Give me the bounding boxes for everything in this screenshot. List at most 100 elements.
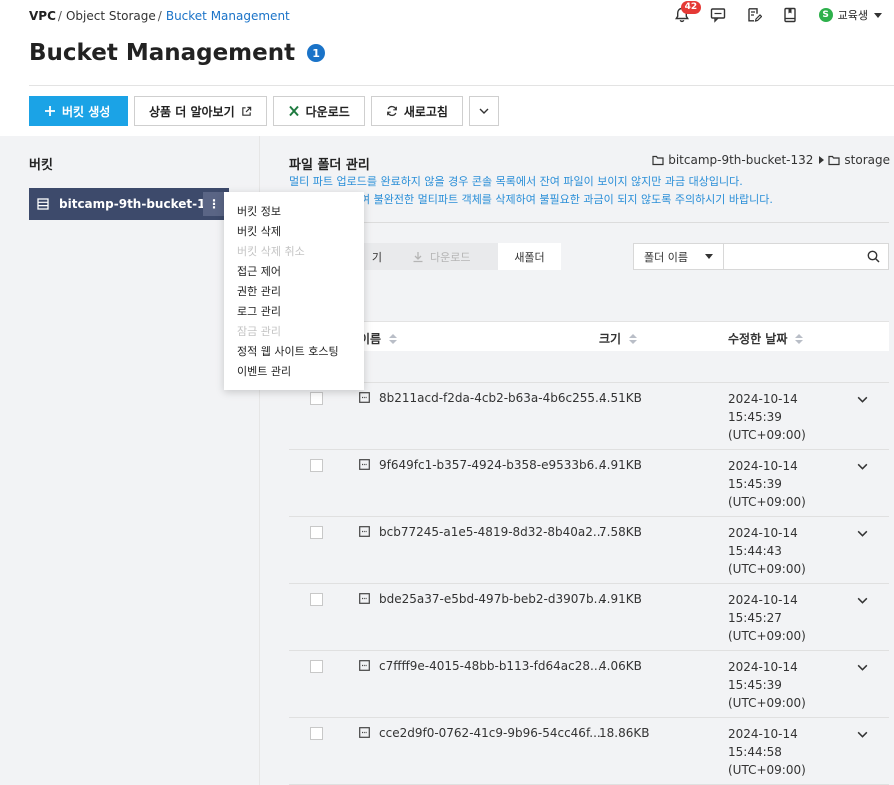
file-name[interactable]: 8b211acd-f2da-4cb2-b63a-4b6c255...	[379, 391, 606, 405]
expand-row-button[interactable]	[856, 594, 869, 607]
expand-row-button[interactable]	[856, 527, 869, 540]
breadcrumb-item-object-storage[interactable]: Object Storage	[66, 9, 156, 23]
notes-button[interactable]	[745, 6, 763, 24]
context-menu-item: 잠금 관리	[237, 325, 281, 338]
chevron-down-icon	[856, 661, 869, 674]
file-name[interactable]: bcb77245-a1e5-4819-8d32-8b40a2...	[379, 525, 604, 539]
bucket-panel: 버킷 bitcamp-9th-bucket-132 ⋮	[0, 136, 260, 785]
file-size: 18.86KB	[599, 726, 650, 740]
search-field-select[interactable]: 폴더 이름	[633, 243, 724, 270]
file-icon	[359, 526, 370, 537]
context-menu-item[interactable]: 이벤트 관리	[224, 362, 364, 382]
context-menu-item[interactable]: 로그 관리	[224, 302, 364, 322]
download-button[interactable]: 다운로드	[272, 96, 365, 126]
folder-icon	[828, 155, 841, 166]
refresh-icon	[386, 105, 398, 117]
file-modified-date: 2024-10-14	[728, 660, 798, 674]
path-item-bucket[interactable]: bitcamp-9th-bucket-132	[668, 153, 813, 167]
guide-button[interactable]	[781, 6, 799, 24]
notifications-button[interactable]: 42	[673, 1, 702, 24]
new-folder-button[interactable]: 새폴더	[498, 243, 561, 270]
info-badge[interactable]: 1	[307, 44, 326, 62]
new-folder-label: 새폴더	[514, 250, 545, 264]
bucket-more-button[interactable]: ⋮	[203, 192, 225, 216]
search-icon[interactable]	[867, 250, 880, 263]
file-icon	[359, 392, 370, 403]
context-menu-item[interactable]: 버킷 삭제	[224, 222, 364, 242]
main-area: 버킷 bitcamp-9th-bucket-132 ⋮ 파일 폴더 관리 bit…	[0, 136, 894, 785]
caret-down-icon	[874, 12, 882, 18]
context-menu-item[interactable]: 접근 제어	[224, 262, 364, 282]
expand-row-button[interactable]	[856, 460, 869, 473]
breadcrumb-item-vpc[interactable]: VPC	[29, 9, 56, 23]
expand-row-button[interactable]	[856, 393, 869, 406]
file-download-button[interactable]: 다운로드	[398, 243, 498, 270]
chat-icon	[710, 8, 725, 23]
more-actions-button[interactable]	[468, 96, 499, 126]
context-menu-item[interactable]: 버킷 정보	[224, 202, 364, 222]
row-checkbox[interactable]	[310, 526, 323, 539]
row-checkbox[interactable]	[310, 727, 323, 740]
file-name[interactable]: c7ffff9e-4015-48bb-b113-fd64ac28...	[379, 659, 601, 673]
column-modified[interactable]: 수정한 날짜	[728, 330, 804, 347]
bucket-icon	[37, 198, 49, 210]
breadcrumb: VPC / Object Storage / Bucket Management	[29, 9, 290, 23]
user-menu[interactable]: S 교육생	[818, 7, 882, 23]
page-title: Bucket Management 1	[29, 40, 326, 66]
table-row[interactable]: c7ffff9e-4015-48bb-b113-fd64ac28... 4.06K…	[289, 651, 889, 718]
file-modified-time: 15:44:58	[728, 745, 782, 759]
search-input[interactable]	[724, 243, 889, 270]
download-label: 다운로드	[305, 104, 350, 119]
chevron-down-icon	[856, 393, 869, 406]
row-checkbox[interactable]	[310, 660, 323, 673]
expand-row-button[interactable]	[856, 728, 869, 741]
chevron-down-icon	[856, 594, 869, 607]
divider	[289, 222, 889, 223]
table-row[interactable]: 8b211acd-f2da-4cb2-b63a-4b6c255... 4.51KB…	[289, 383, 889, 450]
context-menu-item[interactable]: 정적 웹 사이트 호스팅	[224, 342, 364, 362]
file-icon	[359, 727, 370, 738]
plus-icon	[44, 105, 56, 117]
table-row[interactable]: 9f649fc1-b357-4924-b358-e9533b6... 4.91KB…	[289, 450, 889, 517]
context-menu-item: 버킷 삭제 취소	[237, 245, 305, 258]
file-name[interactable]: cce2d9f0-0762-41c9-9b96-54cc46f...	[379, 726, 601, 740]
bucket-item[interactable]: bitcamp-9th-bucket-132 ⋮	[29, 188, 229, 220]
context-menu-item[interactable]: 권한 관리	[224, 282, 364, 302]
row-checkbox[interactable]	[310, 593, 323, 606]
table-row[interactable]: bde25a37-e5bd-497b-beb2-d3907b... 4.91KB 2…	[289, 584, 889, 651]
file-modified-date: 2024-10-14	[728, 727, 798, 741]
download-icon	[412, 251, 424, 263]
expand-row-button[interactable]	[856, 661, 869, 674]
chat-button[interactable]	[709, 6, 727, 24]
file-name[interactable]: 9f649fc1-b357-4924-b358-e9533b6...	[379, 458, 606, 472]
row-checkbox[interactable]	[310, 392, 323, 405]
path-item-storage[interactable]: storage	[844, 153, 890, 167]
file-modified-date: 2024-10-14	[728, 593, 798, 607]
bucket-context-menu: 버킷 정보 버킷 삭제버킷 삭제 취소접근 제어 권한 관리 로그 관리잠금 관리정적…	[224, 192, 364, 390]
breadcrumb-item-bucket-management[interactable]: Bucket Management	[166, 9, 290, 23]
folder-icon	[652, 155, 664, 166]
column-name[interactable]: 이름	[359, 330, 398, 347]
file-modified: 2024-10-14 15:45:39 (UTC+09:00)	[728, 658, 806, 712]
refresh-button[interactable]: 새로고침	[370, 96, 463, 126]
search-field-value: 폴더 이름	[644, 250, 688, 264]
chevron-down-icon	[856, 527, 869, 540]
file-modified-date: 2024-10-14	[728, 459, 798, 473]
file-name[interactable]: bde25a37-e5bd-497b-beb2-d3907b...	[379, 592, 605, 606]
create-bucket-button[interactable]: 버킷 생성	[29, 96, 128, 126]
breadcrumb-separator: /	[157, 9, 162, 23]
sort-icon	[795, 333, 804, 344]
row-checkbox[interactable]	[310, 459, 323, 472]
edit-note-icon	[747, 8, 762, 22]
notice-line: 멀티 파트 업로드를 완료하지 않을 경우 콘솔 목록에서 잔여 파일이 보이지…	[289, 175, 743, 188]
file-modified: 2024-10-14 15:45:39 (UTC+09:00)	[728, 457, 806, 511]
column-size[interactable]: 크기	[599, 330, 638, 347]
learn-more-button[interactable]: 상품 더 알아보기	[134, 96, 267, 126]
sort-icon	[629, 333, 638, 344]
path-separator-icon	[819, 156, 825, 164]
open-label: 기	[371, 250, 382, 264]
page-title-text: Bucket Management	[29, 40, 296, 66]
table-row[interactable]: bcb77245-a1e5-4819-8d32-8b40a2... 7.58KB 2…	[289, 517, 889, 584]
table-row[interactable]: cce2d9f0-0762-41c9-9b96-54cc46f... 18.86K…	[289, 718, 889, 785]
file-modified-tz: (UTC+09:00)	[728, 495, 806, 509]
